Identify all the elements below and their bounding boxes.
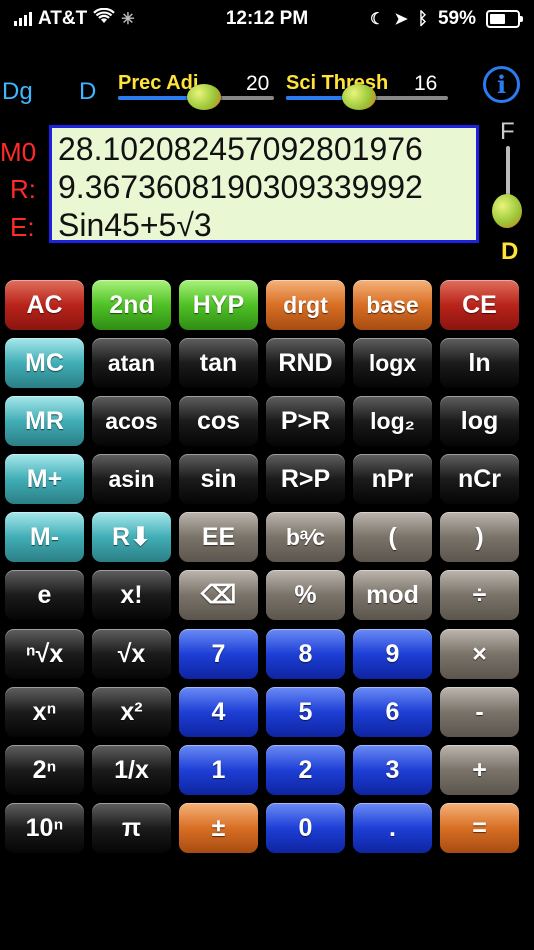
key-percent[interactable]: % xyxy=(266,570,345,620)
battery-percent: 59% xyxy=(437,8,476,29)
angle-mode-label[interactable]: Dg xyxy=(2,78,33,106)
key-asin[interactable]: asin xyxy=(92,454,171,504)
expression-value: Sin45+5√3 xyxy=(58,207,212,243)
key-ncr[interactable]: nCr xyxy=(440,454,519,504)
key-plus[interactable]: + xyxy=(440,745,519,795)
key-log[interactable]: log xyxy=(440,396,519,446)
sci-thresh-slider[interactable]: Sci Thresh 16 xyxy=(286,70,450,110)
key-pi[interactable]: π xyxy=(92,803,171,853)
key-9[interactable]: 9 xyxy=(353,629,432,679)
key-tan[interactable]: tan xyxy=(179,338,258,388)
m0-label: M0 xyxy=(0,137,37,167)
battery-icon xyxy=(486,10,523,28)
key-ln[interactable]: ln xyxy=(440,338,519,388)
key-nth-root[interactable]: ⁿ√x xyxy=(5,629,84,679)
key-r-to-p[interactable]: R>P xyxy=(266,454,345,504)
key-ee[interactable]: EE xyxy=(179,512,258,562)
key-mc[interactable]: MC xyxy=(5,338,84,388)
key-mod[interactable]: mod xyxy=(353,570,432,620)
key-hyp[interactable]: HYP xyxy=(179,280,258,330)
key-log2[interactable]: log₂ xyxy=(353,396,432,446)
key-plus-minus[interactable]: ± xyxy=(179,803,258,853)
format-knob[interactable] xyxy=(492,194,522,228)
key-ten-pow-n[interactable]: 10ⁿ xyxy=(5,803,84,853)
key-acos[interactable]: acos xyxy=(92,396,171,446)
info-icon[interactable]: i xyxy=(483,66,520,103)
key-6[interactable]: 6 xyxy=(353,687,432,737)
format-slider[interactable]: F D xyxy=(492,116,526,266)
key-divide[interactable]: ÷ xyxy=(440,570,519,620)
key-factorial[interactable]: x! xyxy=(92,570,171,620)
key-ce[interactable]: CE xyxy=(440,280,519,330)
prec-adj-slider[interactable]: Prec Adj 20 xyxy=(118,70,278,110)
key-backspace[interactable]: ⌫ xyxy=(179,570,258,620)
key-square[interactable]: x² xyxy=(92,687,171,737)
key-base[interactable]: base xyxy=(353,280,432,330)
key-e[interactable]: e xyxy=(5,570,84,620)
key-2nd[interactable]: 2nd xyxy=(92,280,171,330)
key-equals[interactable]: = xyxy=(440,803,519,853)
key-atan[interactable]: atan xyxy=(92,338,171,388)
bluetooth-icon: ᛒ xyxy=(417,9,428,28)
key-multiply[interactable]: × xyxy=(440,629,519,679)
key-close-paren[interactable]: ) xyxy=(440,512,519,562)
prec-adj-label: Prec Adj xyxy=(118,72,199,94)
prec-adj-value: 20 xyxy=(246,72,270,95)
display-mode-label[interactable]: D xyxy=(79,78,96,106)
key-cos[interactable]: cos xyxy=(179,396,258,446)
key-2[interactable]: 2 xyxy=(266,745,345,795)
format-label-d: D xyxy=(501,238,519,265)
key-reciprocal[interactable]: 1/x xyxy=(92,745,171,795)
key-0[interactable]: 0 xyxy=(266,803,345,853)
key-sqrt[interactable]: √x xyxy=(92,629,171,679)
calculator-display: 28.102082457092801976 9.3673608190309339… xyxy=(49,125,479,243)
key-ac[interactable]: AC xyxy=(5,280,84,330)
key-sin[interactable]: sin xyxy=(179,454,258,504)
status-bar: AT&T ✳ 12:12 PM ☾ ➤ ᛒ 59% xyxy=(0,0,534,38)
key-4[interactable]: 4 xyxy=(179,687,258,737)
key-rnd[interactable]: RND xyxy=(266,338,345,388)
key-fraction[interactable]: bᵃ⁄c xyxy=(266,512,345,562)
m0-value: 28.102082457092801976 xyxy=(58,131,423,167)
key-decimal[interactable]: . xyxy=(353,803,432,853)
key-3[interactable]: 3 xyxy=(353,745,432,795)
key-m-plus[interactable]: M+ xyxy=(5,454,84,504)
expression-label: E: xyxy=(10,212,35,242)
key-minus[interactable]: - xyxy=(440,687,519,737)
location-icon: ➤ xyxy=(394,11,408,28)
sci-thresh-value: 16 xyxy=(414,72,438,95)
key-drgt[interactable]: drgt xyxy=(266,280,345,330)
key-x-pow-n[interactable]: xⁿ xyxy=(5,687,84,737)
key-5[interactable]: 5 xyxy=(266,687,345,737)
result-value: 9.3673608190309339992 xyxy=(58,169,423,205)
key-open-paren[interactable]: ( xyxy=(353,512,432,562)
moon-icon: ☾ xyxy=(370,11,385,28)
format-label-f: F xyxy=(500,118,515,145)
key-8[interactable]: 8 xyxy=(266,629,345,679)
result-label: R: xyxy=(10,174,36,204)
key-two-pow-n[interactable]: 2ⁿ xyxy=(5,745,84,795)
key-roll-down[interactable]: R⬇ xyxy=(92,512,171,562)
key-mr[interactable]: MR xyxy=(5,396,84,446)
key-7[interactable]: 7 xyxy=(179,629,258,679)
prec-adj-knob[interactable] xyxy=(186,84,221,110)
key-1[interactable]: 1 xyxy=(179,745,258,795)
key-npr[interactable]: nPr xyxy=(353,454,432,504)
key-logx[interactable]: logx xyxy=(353,338,432,388)
key-m-minus[interactable]: M- xyxy=(5,512,84,562)
key-p-to-r[interactable]: P>R xyxy=(266,396,345,446)
sci-thresh-knob[interactable] xyxy=(341,84,376,110)
